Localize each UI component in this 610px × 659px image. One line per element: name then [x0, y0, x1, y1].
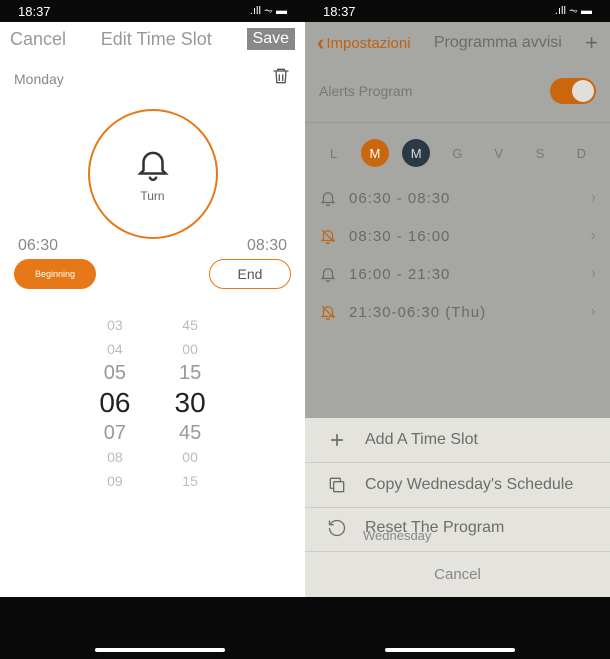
chevron-right-icon: › [591, 265, 596, 283]
bell-icon [134, 145, 172, 183]
cancel-button[interactable]: Cancel [305, 552, 610, 597]
day-chip[interactable]: V [485, 139, 513, 167]
time-slot-row[interactable]: 16:00 - 21:30 › [305, 255, 610, 293]
page-title: Programma avvisi [434, 34, 562, 52]
action-sheet: Add A Time Slot Copy Wednesday's Schedul… [305, 418, 610, 597]
chevron-left-icon: ‹ [317, 30, 324, 56]
reset-program-button[interactable]: Reset The Program Wednesday [305, 508, 610, 552]
day-chip[interactable]: G [443, 139, 471, 167]
trash-icon[interactable] [271, 66, 291, 91]
time-slot-row[interactable]: 06:30 - 08:30 › [305, 179, 610, 217]
copy-schedule-button[interactable]: Copy Wednesday's Schedule [305, 463, 610, 508]
time-slot-row[interactable]: 08:30 - 16:00 › [305, 217, 610, 255]
cancel-button[interactable]: Cancel [10, 29, 66, 50]
time-picker[interactable]: 03 04 05 06 07 08 09 45 00 15 30 45 00 1… [0, 313, 305, 493]
days-row: L M M G V S D [305, 123, 610, 179]
day-label: Monday [14, 71, 64, 87]
segment-row: Beginning End [0, 259, 305, 289]
status-time: 18:37 [323, 4, 356, 19]
add-button[interactable]: + [585, 30, 598, 56]
bell-off-icon [319, 227, 337, 245]
status-icons: .ıll ⏦ ▬ [250, 5, 287, 18]
home-indicator [0, 648, 610, 652]
end-time-value: 08:30 [247, 237, 287, 255]
alerts-program-row: Alerts Program [305, 64, 610, 123]
alerts-label: Alerts Program [319, 83, 412, 99]
day-chip[interactable]: M [361, 139, 389, 167]
status-time: 18:37 [18, 4, 51, 19]
bell-icon [319, 189, 337, 207]
status-bar: 18:37 .ıll ⏦ ▬ [0, 0, 305, 22]
edit-time-slot-screen: 18:37 .ıll ⏦ ▬ Cancel Edit Time Slot Sav… [0, 10, 305, 597]
chevron-right-icon: › [591, 189, 596, 207]
bell-off-icon [319, 303, 337, 321]
alerts-toggle[interactable] [550, 78, 596, 104]
reset-icon [327, 518, 347, 538]
slot-list: 06:30 - 08:30 › 08:30 - 16:00 › 16:00 - … [305, 179, 610, 331]
end-button[interactable]: End [209, 259, 291, 289]
plus-icon [327, 430, 347, 450]
beginning-button[interactable]: Beginning [14, 259, 96, 289]
day-chip[interactable]: L [320, 139, 348, 167]
start-time-value: 06:30 [18, 237, 58, 255]
status-bar: 18:37 .ıll ⏦ ▬ [305, 0, 610, 22]
mode-label: Turn [140, 189, 164, 203]
save-button[interactable]: Save [247, 28, 295, 50]
schedule-alerts-screen: 18:37 .ıll ⏦ ▬ ‹ Impostazioni Programma … [305, 10, 610, 597]
copy-icon [327, 475, 347, 495]
day-chip[interactable]: S [526, 139, 554, 167]
chevron-right-icon: › [591, 227, 596, 245]
day-chip[interactable]: D [567, 139, 595, 167]
back-button[interactable]: ‹ Impostazioni [317, 30, 411, 56]
add-time-slot-button[interactable]: Add A Time Slot [305, 418, 610, 463]
day-row: Monday [0, 58, 305, 99]
hour-column[interactable]: 03 04 05 06 07 08 09 [99, 313, 130, 493]
page-title: Edit Time Slot [101, 29, 212, 50]
mode-circle-wrap: Turn [0, 109, 305, 239]
minute-column[interactable]: 45 00 15 30 45 00 15 [175, 313, 206, 493]
bell-icon [319, 265, 337, 283]
status-icons: .ıll ⏦ ▬ [555, 5, 592, 18]
time-slot-row[interactable]: 21:30-06:30 (Thu) › [305, 293, 610, 331]
chevron-right-icon: › [591, 303, 596, 321]
mode-circle[interactable]: Turn [88, 109, 218, 239]
day-chip[interactable]: M [402, 139, 430, 167]
